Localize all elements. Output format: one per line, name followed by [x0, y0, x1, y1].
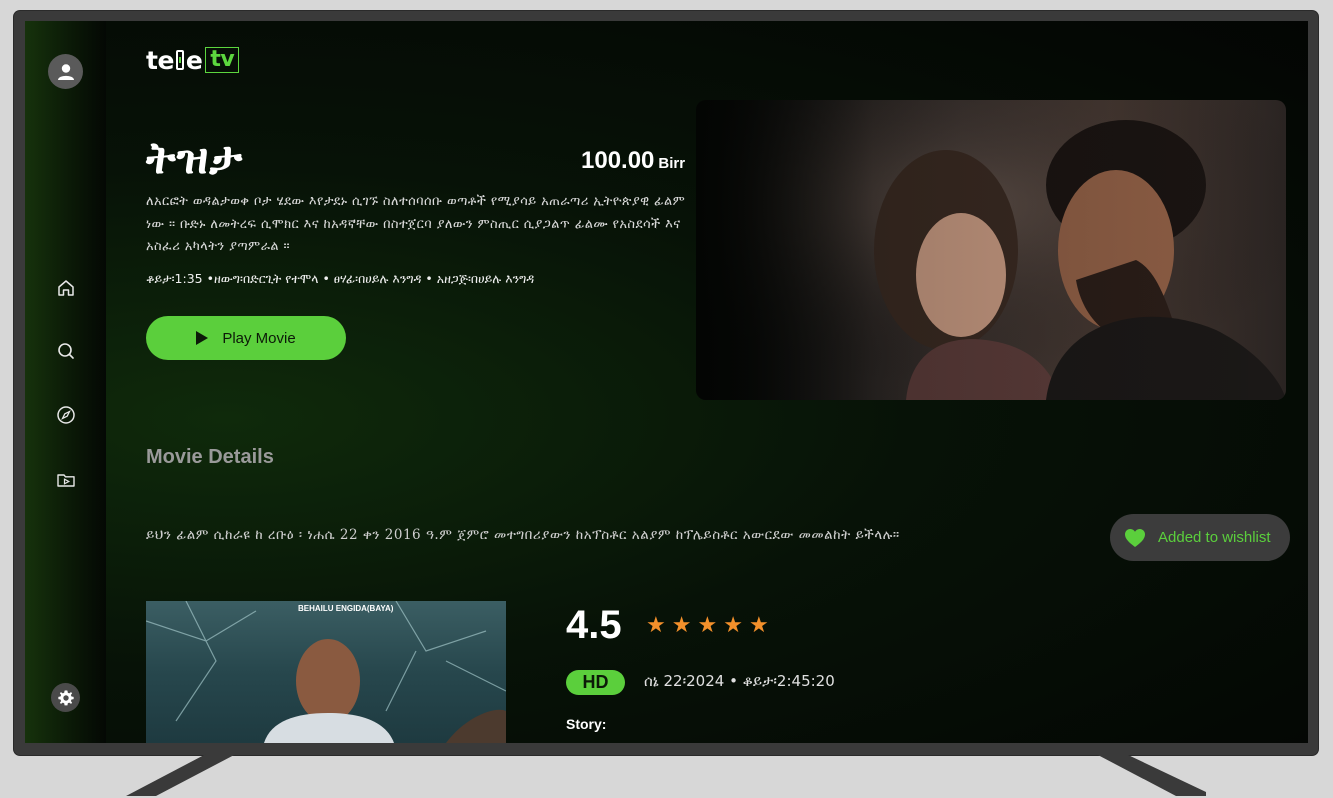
compass-icon	[57, 406, 75, 424]
movie-price: 100.00 Birr	[581, 147, 685, 175]
movie-title: ትዝታ	[146, 133, 244, 184]
folder-play-icon	[57, 474, 75, 487]
release-duration-info: ሰኔ 22፡2024 • ቆይታ፡2:45:20	[644, 672, 835, 690]
hero-illustration	[696, 100, 1286, 400]
logo-tv-badge: tv	[205, 47, 240, 73]
wishlist-button[interactable]: Added to wishlist	[1110, 514, 1290, 561]
star-icon: ★	[723, 613, 743, 638]
star-icon: ★	[671, 613, 692, 638]
search-icon	[58, 343, 74, 359]
quality-badge: HD	[566, 670, 625, 695]
logo-mark	[175, 50, 184, 70]
user-icon	[57, 63, 74, 80]
star-icon: ★	[697, 613, 718, 638]
star-icon: ★	[748, 613, 769, 638]
logo-text-b: e	[185, 45, 203, 75]
sidebar-item-library[interactable]	[54, 468, 78, 492]
hero-image	[696, 100, 1286, 400]
poster-illustration	[146, 601, 506, 743]
home-icon	[58, 280, 74, 296]
heart-icon	[1125, 528, 1145, 547]
play-icon	[196, 331, 209, 345]
tv-stand-right	[1096, 754, 1206, 796]
sidebar-item-explore[interactable]	[54, 403, 78, 427]
wishlist-label: Added to wishlist	[1158, 529, 1271, 546]
sidebar-item-home[interactable]	[54, 276, 78, 300]
play-movie-label: Play Movie	[222, 329, 296, 347]
section-title-movie-details: Movie Details	[146, 446, 274, 468]
app-logo[interactable]: te e tv	[146, 45, 240, 75]
play-movie-button[interactable]: Play Movie	[146, 316, 346, 360]
movie-description: ለአርፎት ወዳልታወቀ ቦታ ሄደው እየታደኑ ሲገኙ ስለተሰባሰቡ ወጣ…	[146, 194, 686, 254]
movie-meta: ቆይታ፡1:35 •ዘውግ፡በድርጊት የተሞላ • ፀሃፊ፡በሀይሉ እንግዳ…	[146, 271, 535, 286]
settings-button[interactable]	[51, 683, 80, 712]
sidebar	[25, 21, 106, 743]
avatar[interactable]	[48, 54, 83, 89]
rental-notice: ይህን ፊልም ሲከራዩ ከ ረቡዕ ፡ ነሐሴ 22 ቀን 2016 ዓ.ም …	[146, 527, 900, 543]
tv-screen: te e tv ትዝታ 100.00 Birr ለአርፎት ወዳልታወቀ ቦታ ሄ…	[25, 21, 1308, 743]
rating-stars: ★ ★ ★ ★ ★	[646, 615, 769, 637]
rating-value: 4.5	[566, 603, 622, 647]
tv-stand-left	[126, 754, 236, 796]
price-currency: Birr	[658, 155, 686, 172]
gear-icon	[57, 689, 74, 705]
price-amount: 100.00	[581, 147, 655, 174]
poster-caption: BEHAILU ENGIDA(BAYA)	[298, 604, 394, 613]
logo-text: te	[146, 45, 174, 75]
sidebar-item-search[interactable]	[54, 339, 78, 363]
star-icon: ★	[646, 613, 666, 638]
story-label: Story:	[566, 716, 607, 732]
movie-poster: BEHAILU ENGIDA(BAYA)	[146, 601, 506, 743]
